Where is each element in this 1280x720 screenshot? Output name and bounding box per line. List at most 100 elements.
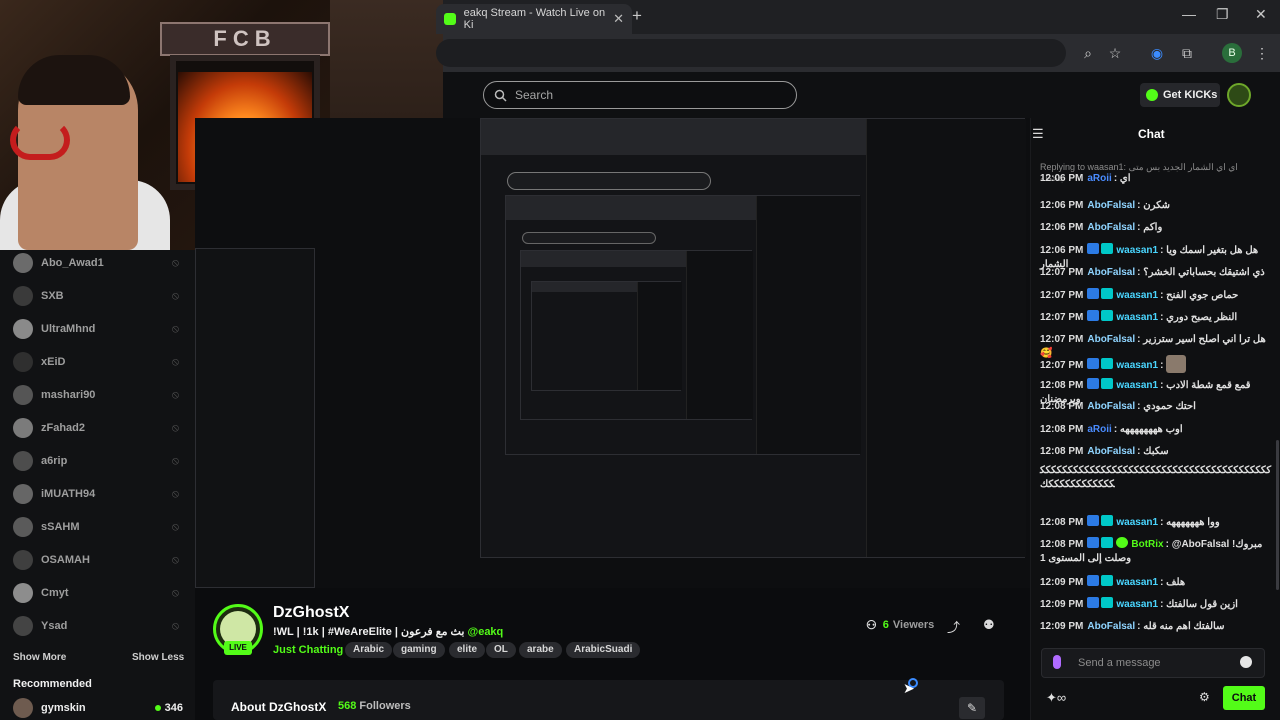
chat-text: شكرن [1143,200,1171,211]
extension-shield-icon[interactable]: ◉ [1147,43,1167,63]
chat-scrollbar[interactable] [1276,440,1279,590]
recommended-channel[interactable]: gymskin 346 [13,698,183,718]
vip-badge-icon [1087,597,1100,608]
chat-username[interactable]: AboFalsal [1087,222,1135,233]
avatar [13,286,33,306]
sidebar-item[interactable]: mashari90 ⦸ [0,382,195,408]
edit-pencil-icon[interactable]: ✎ [959,697,985,719]
new-tab-button[interactable]: + [632,6,642,26]
sidebar-item[interactable]: iMUATH94 ⦸ [0,481,195,507]
chat-username[interactable]: AboFalsal [1087,621,1135,632]
bookmark-star-icon[interactable]: ☆ [1105,43,1125,63]
chat-username[interactable]: waasan1 [1116,312,1158,323]
tag-chip[interactable]: arabe [519,642,562,658]
user-avatar[interactable] [1227,83,1251,107]
tag-chip[interactable]: Arabic [345,642,393,658]
neon-sign: FCB [160,22,330,56]
chat-username[interactable]: aRoii [1087,173,1111,184]
send-chat-button[interactable]: Chat [1223,686,1265,710]
maximize-button[interactable]: ❐ [1216,6,1229,23]
minimize-button[interactable]: — [1182,6,1196,22]
profile-avatar[interactable]: B [1222,43,1242,63]
tag-chip[interactable]: gaming [393,642,445,658]
sidebar-item[interactable]: Abo_Awad1 ⦸ [0,250,195,276]
headset-icon [10,120,70,160]
tag-chip[interactable]: ArabicSuadi [566,642,641,658]
tag-chip[interactable]: elite [449,642,486,658]
tag-chip[interactable]: OL [486,642,516,658]
chat-timestamp: 12:07 PM [1040,360,1084,371]
sidebar-item[interactable]: SXB ⦸ [0,283,195,309]
get-kicks-button[interactable]: Get KICKs [1140,83,1220,107]
nested-sidebar [195,248,315,588]
browser-menu-icon[interactable]: ⋮ [1252,43,1272,63]
video-player[interactable] [195,118,1030,588]
chat-username[interactable]: AboFalsal [1087,200,1135,211]
sidebar-item[interactable]: sSAHM ⦸ [0,514,195,540]
sidebar-item[interactable]: OSAMAH ⦸ [0,547,195,573]
chat-text: ووا هههههههه [1166,517,1220,528]
subscriber-badge-icon [1101,597,1114,608]
chat-username[interactable]: AboFalsal [1087,401,1135,412]
verified-bot-icon [1116,537,1129,548]
close-window-button[interactable]: ✕ [1255,6,1267,23]
chat-username[interactable]: waasan1 [1116,517,1158,528]
avatar [13,418,33,438]
chat-message-input[interactable]: Send a message [1041,648,1265,678]
search-input[interactable]: Search [483,81,797,109]
gear-icon[interactable]: ⚙ [1199,690,1210,704]
show-less-button[interactable]: Show Less [132,652,184,663]
chat-text: ذي اشتيقك بحساباتي الخشر؟ [1143,267,1265,278]
chat-username[interactable]: waasan1 [1116,290,1158,301]
sidebar-item-label: zFahad2 [41,422,86,434]
avatar [13,385,33,405]
emoji-icon[interactable] [1240,656,1252,668]
chat-username[interactable]: waasan1 [1116,380,1158,391]
sidebar-item[interactable]: Cmyt ⦸ [0,580,195,606]
stream-category[interactable]: Just Chatting [273,644,343,656]
offline-icon: ⦸ [171,421,179,434]
stream-title-mention[interactable]: @eakq [467,626,503,638]
show-more-button[interactable]: Show More [13,652,66,663]
tab-close-icon[interactable]: ✕ [613,11,624,27]
subscriber-badge-icon [1101,310,1114,321]
share-icon[interactable]: ⤴ [947,617,960,636]
search-placeholder: Search [515,88,554,102]
chat-username[interactable]: AboFalsal [1087,334,1135,345]
microphone-icon[interactable] [1053,655,1061,669]
chat-username[interactable]: BotRix [1131,539,1163,550]
collapse-chat-icon[interactable]: ☰ [1032,126,1044,142]
channel-points-value: ∞ [1056,690,1067,705]
sidebar-item[interactable]: Ysad ⦸ [0,613,195,639]
chat-timestamp: 12:06 PM [1040,245,1084,256]
chat-timestamp: 12:08 PM [1040,517,1084,528]
chat-timestamp: 12:09 PM [1040,621,1084,632]
chat-username[interactable]: waasan1 [1116,245,1158,256]
browser-tab[interactable]: eakq Stream - Watch Live on Ki ✕ [436,4,632,34]
viewer-number: 6 [882,619,889,631]
chat-username[interactable]: waasan1 [1116,577,1158,588]
sidebar-item[interactable]: zFahad2 ⦸ [0,415,195,441]
avatar [13,616,33,636]
zoom-icon[interactable]: ⌕ [1078,43,1098,63]
sidebar-item[interactable]: a6rip ⦸ [0,448,195,474]
chat-username[interactable]: AboFalsal [1087,446,1135,457]
sidebar-item[interactable]: UltraMhnd ⦸ [0,316,195,342]
chat-username[interactable]: waasan1 [1116,360,1158,371]
live-dot-icon [154,705,161,711]
chat-username[interactable]: aRoii [1087,424,1111,435]
extensions-puzzle-icon[interactable]: ⧉ [1177,43,1197,63]
channel-points-icon[interactable]: ✦∞ [1046,690,1066,706]
offline-icon: ⦸ [171,355,179,368]
vip-badge-icon [1087,575,1100,586]
follow-user-icon[interactable]: ⚉ [983,617,995,633]
chat-message: 12:08 PM AboFalsal: سكبك [1040,445,1272,459]
chat-input-placeholder: Send a message [1078,657,1161,669]
subscriber-badge-icon [1101,243,1114,254]
address-bar[interactable] [436,39,1066,67]
channel-name[interactable]: DzGhostX [273,604,349,622]
offline-icon: ⦸ [171,454,179,467]
chat-username[interactable]: waasan1 [1116,599,1158,610]
sidebar-item[interactable]: xEiD ⦸ [0,349,195,375]
chat-username[interactable]: AboFalsal [1087,267,1135,278]
